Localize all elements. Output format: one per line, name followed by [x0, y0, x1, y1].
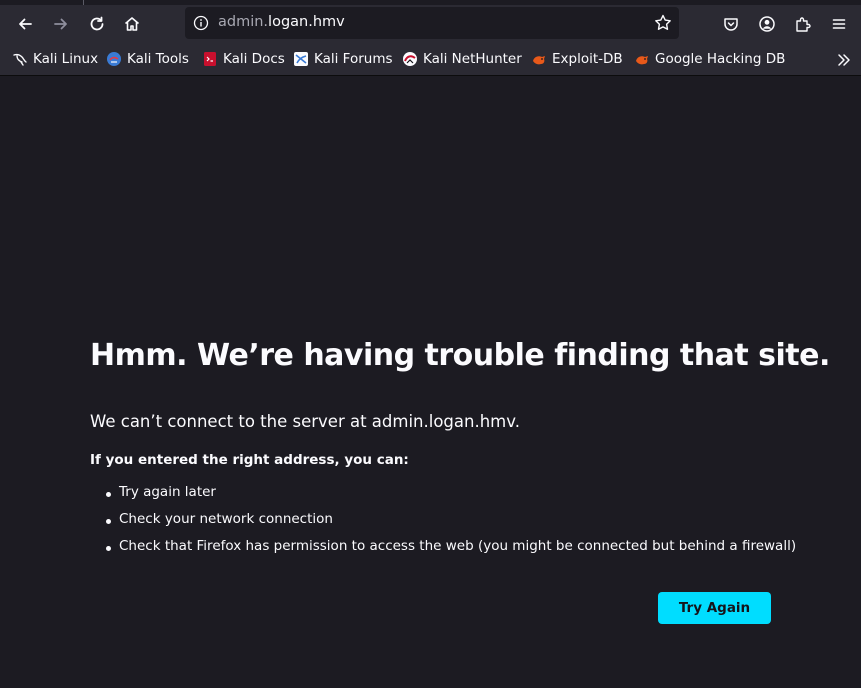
bookmark-label: Kali NetHunter — [423, 51, 522, 67]
arrow-left-icon — [19, 18, 32, 30]
account-icon — [759, 16, 775, 32]
back-button[interactable] — [10, 9, 40, 39]
address-bar[interactable]: admin.logan.hmv — [185, 7, 679, 39]
bookmark-label: Kali Tools — [127, 51, 189, 67]
menu-button[interactable] — [824, 9, 854, 39]
url-text[interactable]: admin.logan.hmv — [218, 14, 345, 30]
reload-icon — [90, 16, 104, 31]
navigation-toolbar: admin.logan.hmv — [0, 5, 861, 43]
url-subdomain: admin. — [218, 14, 269, 30]
account-button[interactable] — [752, 9, 782, 39]
bookmark-kali-linux[interactable]: Kali Linux — [12, 50, 98, 68]
url-domain: logan.hmv — [268, 14, 345, 30]
list-item: Check that Firefox has permission to acc… — [106, 538, 796, 565]
bookmarks-toolbar: Kali Linux Kali Tools Kali Docs Kali For… — [0, 43, 861, 76]
kali-nethunter-icon — [403, 52, 417, 66]
pocket-button[interactable] — [716, 9, 746, 39]
bookmark-kali-tools[interactable]: Kali Tools — [106, 50, 189, 68]
kali-dragon-icon — [13, 53, 27, 66]
hamburger-menu-icon — [832, 19, 846, 29]
kali-forums-icon — [294, 52, 308, 66]
forward-button[interactable] — [46, 9, 76, 39]
google-hacking-db-icon — [636, 56, 648, 65]
info-icon[interactable] — [193, 15, 209, 31]
list-item: Check your network connection — [106, 511, 796, 538]
suggestion-list: Try again later Check your network conne… — [106, 484, 796, 565]
reload-button[interactable] — [82, 9, 112, 39]
pocket-icon — [724, 18, 738, 31]
home-icon — [124, 17, 140, 31]
kali-tools-icon — [107, 52, 121, 66]
bookmark-label: Google Hacking DB — [655, 51, 786, 67]
bookmark-google-hacking-db[interactable]: Google Hacking DB — [634, 50, 785, 68]
error-title: Hmm. We’re having trouble finding that s… — [90, 338, 830, 373]
bookmark-label: Kali Linux — [33, 51, 99, 67]
bookmark-kali-docs[interactable]: Kali Docs — [202, 50, 285, 68]
error-subtitle: If you entered the right address, you ca… — [90, 452, 409, 468]
list-item: Try again later — [106, 484, 796, 511]
arrow-right-icon — [54, 18, 67, 30]
bookmark-exploit-db[interactable]: Exploit-DB — [531, 50, 623, 68]
exploit-db-icon — [533, 56, 545, 65]
error-description: We can’t connect to the server at admin.… — [90, 412, 520, 431]
bookmark-kali-nethunter[interactable]: Kali NetHunter — [402, 50, 522, 68]
error-page: Hmm. We’re having trouble finding that s… — [0, 76, 861, 688]
try-again-button[interactable]: Try Again — [658, 592, 771, 624]
extensions-button[interactable] — [788, 9, 818, 39]
bookmark-label: Kali Docs — [223, 51, 285, 67]
bookmark-label: Exploit-DB — [552, 51, 623, 67]
bookmark-label: Kali Forums — [314, 51, 393, 67]
kali-docs-icon — [204, 52, 216, 66]
bookmark-star-icon[interactable] — [653, 13, 673, 33]
home-button[interactable] — [117, 9, 147, 39]
chevron-double-right-icon[interactable] — [835, 51, 853, 69]
bookmark-kali-forums[interactable]: Kali Forums — [293, 50, 393, 68]
puzzle-icon — [796, 17, 811, 32]
